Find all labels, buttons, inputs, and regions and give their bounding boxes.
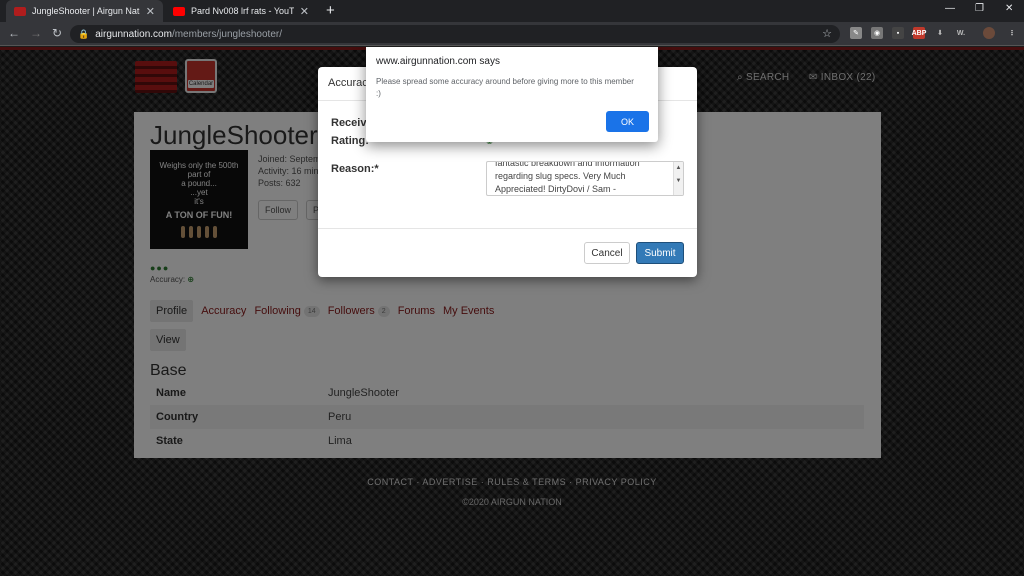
bookmark-star-icon[interactable]: ☆ bbox=[822, 27, 832, 40]
url-path: /members/jungleshooter/ bbox=[171, 28, 282, 40]
reason-line: Appreciated! DirtyDovi / Sam - bbox=[495, 184, 617, 194]
rating-label: Rating: bbox=[331, 135, 369, 147]
lock-icon: 🔒 bbox=[78, 28, 90, 39]
adblock-icon[interactable]: ABP bbox=[912, 27, 926, 39]
download-icon[interactable]: ⬇ bbox=[934, 27, 946, 39]
color-icon[interactable]: ▪ bbox=[892, 27, 904, 39]
reason-line: fantastic breakdown and information bbox=[495, 161, 640, 168]
close-tab-icon[interactable]: ✕ bbox=[300, 5, 309, 18]
close-window-icon[interactable]: ✕ bbox=[1005, 3, 1013, 14]
url-host: airgunnation.com bbox=[95, 28, 172, 40]
modal-footer bbox=[318, 228, 697, 229]
tab-title: Pard Nv008 lrf rats - YouTube bbox=[191, 6, 294, 16]
reason-line: regarding slug specs. Very Much bbox=[495, 171, 626, 181]
ok-button[interactable]: OK bbox=[606, 111, 649, 132]
submit-button[interactable]: Submit bbox=[636, 242, 684, 264]
forward-icon[interactable]: → bbox=[30, 26, 42, 40]
reload-icon[interactable]: ↻ bbox=[52, 26, 62, 40]
maximize-icon[interactable]: ❐ bbox=[975, 3, 984, 14]
back-icon[interactable]: ← bbox=[8, 26, 20, 40]
profile-avatar[interactable] bbox=[983, 27, 995, 39]
reason-textarea[interactable]: fantastic breakdown and information rega… bbox=[486, 161, 684, 196]
address-bar[interactable]: 🔒 airgunnation.com/members/jungleshooter… bbox=[70, 25, 840, 43]
new-tab-icon[interactable]: + bbox=[326, 2, 335, 19]
receiver-label: Receiv bbox=[331, 117, 367, 129]
web-page: Calendar ⌕ SEARCH ✉ INBOX (22) JungleSho… bbox=[0, 47, 1024, 576]
alert-host: www.airgunnation.com says bbox=[376, 56, 500, 67]
cancel-button[interactable]: Cancel bbox=[584, 242, 630, 264]
w-extension-icon[interactable]: W. bbox=[953, 27, 969, 39]
browser-alert-dialog: www.airgunnation.com says Please spread … bbox=[366, 47, 658, 142]
close-tab-icon[interactable]: ✕ bbox=[146, 5, 155, 18]
browser-tab-bar: JungleShooter | Airgun Nation ✕ Pard Nv0… bbox=[0, 0, 1024, 22]
camera-icon[interactable]: ◉ bbox=[871, 27, 883, 39]
browser-tab-youtube[interactable]: Pard Nv008 lrf rats - YouTube ✕ bbox=[165, 0, 317, 22]
youtube-favicon-icon bbox=[173, 6, 185, 16]
textarea-scrollbar[interactable]: ▲ ▼ bbox=[673, 162, 683, 195]
reason-label: Reason:* bbox=[331, 163, 379, 175]
alert-message: Please spread some accuracy around befor… bbox=[376, 77, 634, 98]
tab-title: JungleShooter | Airgun Nation bbox=[32, 6, 140, 16]
wrench-icon[interactable]: ✎ bbox=[850, 27, 862, 39]
menu-dots-icon[interactable]: ⋮ bbox=[1006, 27, 1018, 39]
browser-toolbar: ← → ↻ 🔒 airgunnation.com/members/jungles… bbox=[0, 22, 1024, 46]
browser-tab-airgun[interactable]: JungleShooter | Airgun Nation ✕ bbox=[6, 0, 163, 22]
minimize-icon[interactable]: — bbox=[945, 3, 955, 14]
airgun-favicon-icon bbox=[14, 6, 26, 16]
